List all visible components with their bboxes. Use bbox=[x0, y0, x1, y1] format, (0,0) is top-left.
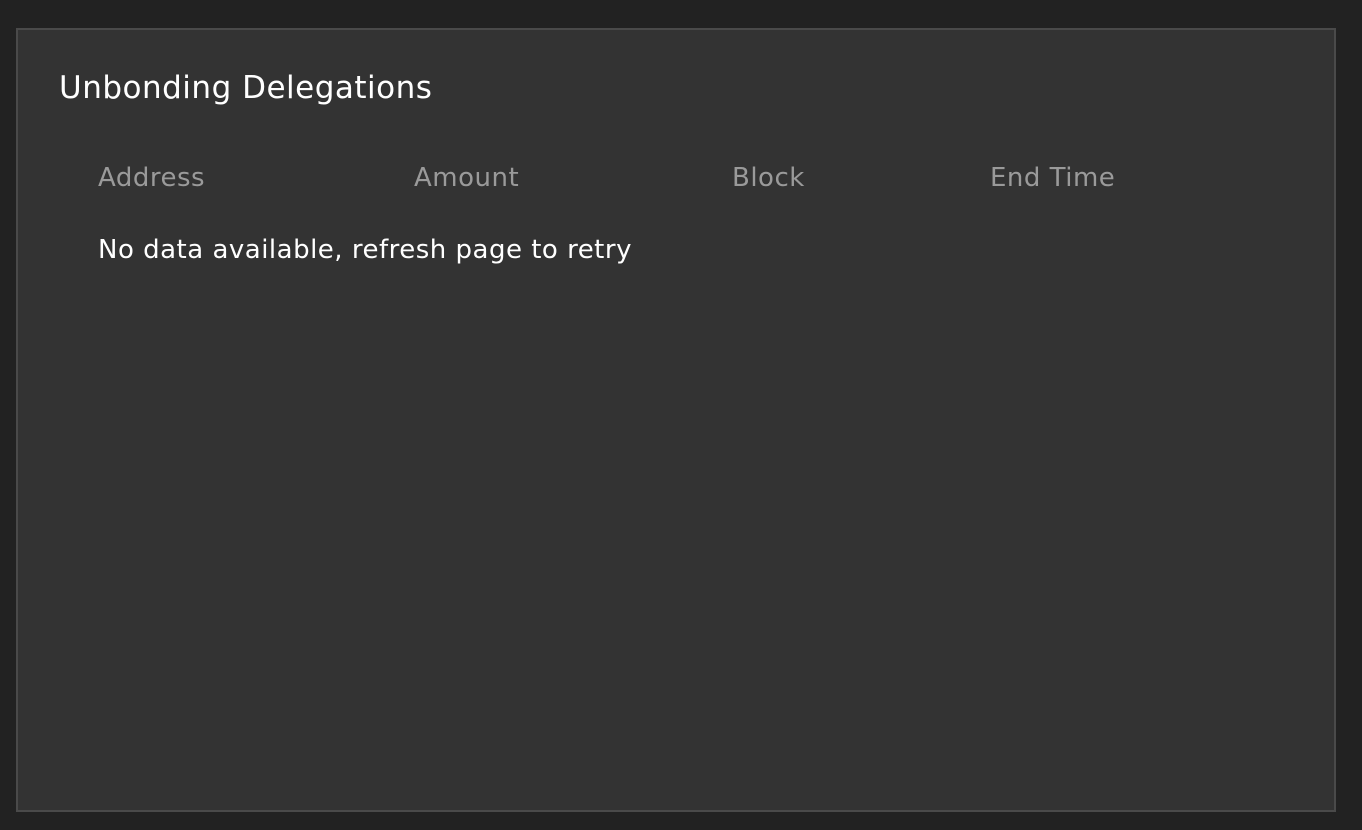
column-header-block: Block bbox=[732, 163, 805, 193]
column-header-address: Address bbox=[98, 163, 206, 193]
delegations-table: Address Amount Block End Time No data av… bbox=[98, 158, 1298, 265]
unbonding-delegations-card: Unbonding Delegations Address Amount Blo… bbox=[16, 28, 1336, 812]
column-header-end-time: End Time bbox=[990, 163, 1116, 193]
column-header-amount: Amount bbox=[414, 163, 520, 193]
table-header-row: Address Amount Block End Time bbox=[98, 158, 1298, 198]
card-title: Unbonding Delegations bbox=[59, 70, 433, 106]
empty-state-message: No data available, refresh page to retry bbox=[98, 235, 632, 265]
